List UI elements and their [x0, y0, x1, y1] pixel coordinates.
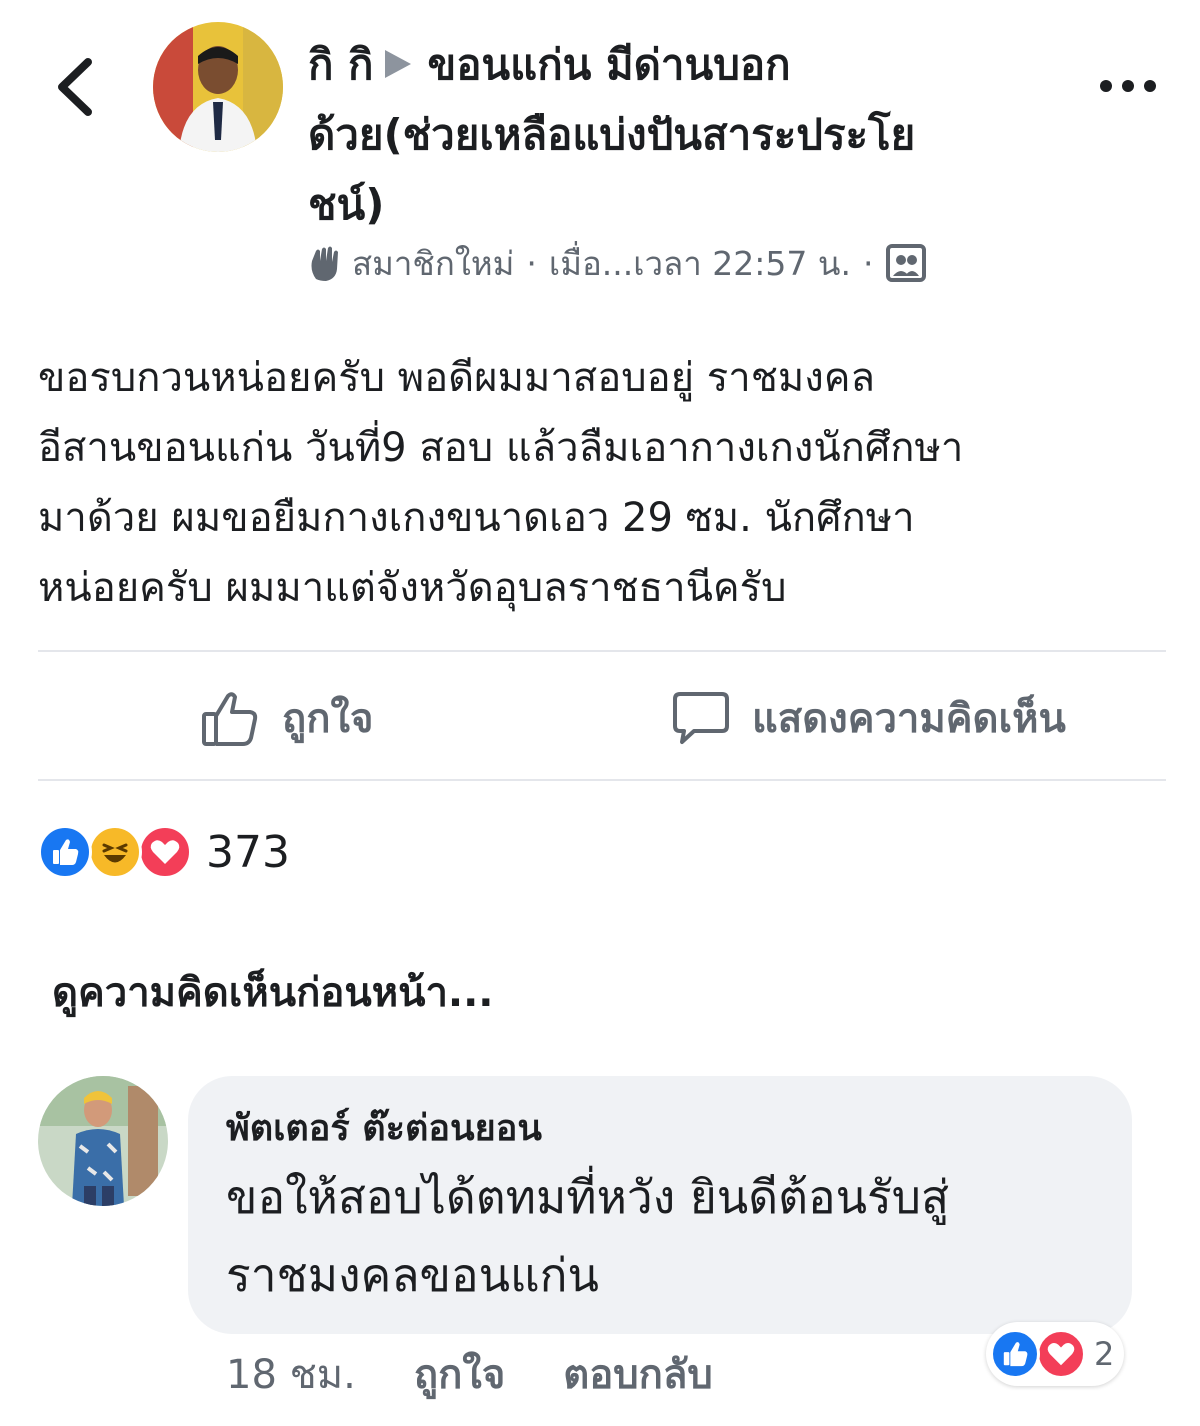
- group-name[interactable]: ขอนแก่น มีด่านบอก: [427, 40, 790, 89]
- comment-author[interactable]: พัตเตอร์ ต๊ะต่อนยอน: [226, 1104, 1092, 1154]
- view-previous-comments-link[interactable]: ดูความคิดเห็นก่อนหน้า...: [52, 960, 493, 1024]
- comment-reaction-summary[interactable]: 2: [986, 1322, 1125, 1386]
- post-time[interactable]: เมื่อ...เวลา 22:57 น.: [549, 237, 851, 290]
- poster-avatar[interactable]: [153, 22, 283, 152]
- divider: [38, 779, 1166, 781]
- post-header-title: กิ กิ ขอนแก่น มีด่านบอก ด้วย(ช่วยเหลือแบ่…: [308, 30, 1048, 240]
- reaction-summary[interactable]: 373: [38, 822, 290, 882]
- back-button[interactable]: [52, 52, 102, 122]
- comment-time[interactable]: 18 ชม.: [226, 1342, 356, 1406]
- comment-like-button[interactable]: ถูกใจ: [414, 1342, 505, 1406]
- love-reaction-icon: [1036, 1329, 1086, 1379]
- group-audience-icon: [886, 244, 927, 282]
- waving-hand-icon: [311, 246, 338, 281]
- group-name-line3[interactable]: ชน์): [308, 170, 1048, 240]
- divider: [38, 650, 1166, 652]
- post-body: ขอรบกวนหน่อยครับ พอดีผมมาสอบอยู่ ราชมงคล…: [38, 343, 1168, 623]
- chevron-left-icon: [58, 58, 92, 116]
- post-meta: สมาชิกใหม่ · เมื่อ...เวลา 22:57 น. ·: [306, 238, 927, 288]
- post-text-line: มาด้วย ผมขอยืมกางเกงขนาดเอว 29 ซม. นักศึ…: [38, 495, 915, 541]
- post-text-line: อีสานขอนแก่น วันที่9 สอบ แล้วลืมเอากางเก…: [38, 425, 964, 471]
- comment-reply-button[interactable]: ตอบกลับ: [563, 1342, 713, 1406]
- comment-text-line: ขอให้สอบได้ตทมที่หวัง ยินดีต้อนรับสู่: [226, 1170, 950, 1224]
- thumbs-up-outline-icon: [202, 692, 258, 746]
- comment-bubble: พัตเตอร์ ต๊ะต่อนยอน ขอให้สอบได้ตทมที่หวั…: [188, 1076, 1132, 1334]
- commenter-avatar[interactable]: [38, 1076, 168, 1206]
- like-reaction-icon: [38, 825, 92, 879]
- comment-reaction-count: 2: [1094, 1335, 1115, 1373]
- post-text-line: หน่อยครับ ผมมาแต่จังหวัดอุบลราชธานีครับ: [38, 565, 787, 611]
- love-reaction-icon: [138, 825, 192, 879]
- more-dots-icon: [1100, 80, 1156, 92]
- new-member-badge: สมาชิกใหม่: [352, 243, 515, 283]
- post-text-line: ขอรบกวนหน่อยครับ พอดีผมมาสอบอยู่ ราชมงคล: [38, 355, 876, 401]
- comment-button[interactable]: แสดงความคิดเห็น: [672, 678, 1066, 758]
- comment-text: ขอให้สอบได้ตทมที่หวัง ยินดีต้อนรับสู่ รา…: [226, 1158, 1092, 1314]
- haha-reaction-icon: [88, 825, 142, 879]
- like-reaction-icon: [990, 1329, 1040, 1379]
- comment-bubble-icon: [673, 692, 729, 744]
- meta-separator: ·: [526, 243, 537, 283]
- meta-separator: ·: [862, 243, 874, 283]
- like-label: ถูกใจ: [282, 696, 374, 742]
- triangle-right-icon: [385, 49, 412, 78]
- poster-name[interactable]: กิ กิ: [308, 40, 373, 89]
- group-name-line2[interactable]: ด้วย(ช่วยเหลือแบ่งปันสาระประโย: [308, 100, 1048, 170]
- comment-footer: 18 ชม. ถูกใจ ตอบกลับ: [226, 1344, 713, 1404]
- comment-label: แสดงความคิดเห็น: [752, 696, 1066, 742]
- like-button[interactable]: ถูกใจ: [200, 678, 373, 758]
- more-options-button[interactable]: [1098, 74, 1158, 98]
- comment-text-line: ราชมงคลขอนแก่น: [226, 1248, 599, 1302]
- reaction-count: 373: [206, 826, 290, 878]
